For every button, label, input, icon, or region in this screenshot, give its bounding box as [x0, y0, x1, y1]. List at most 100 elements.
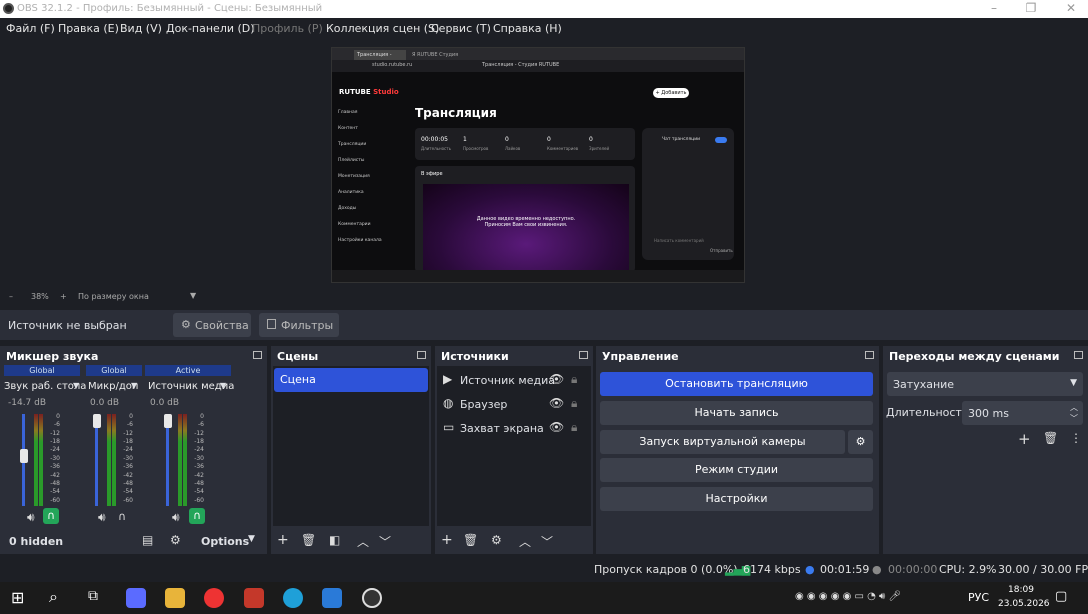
store-icon[interactable]: [322, 588, 342, 608]
undock-icon[interactable]: [417, 351, 426, 359]
powerpoint-icon[interactable]: [244, 588, 264, 608]
chevron-down-icon[interactable]: ▼: [73, 381, 79, 390]
trash-icon[interactable]: 🗑︎: [1043, 431, 1058, 445]
scene-item[interactable]: Сцена: [274, 368, 428, 392]
add-icon[interactable]: +: [1018, 430, 1031, 448]
layout-icon[interactable]: ▤: [142, 533, 153, 547]
task-view-icon[interactable]: ⧉: [88, 588, 98, 604]
options-button[interactable]: Options: [201, 535, 249, 548]
zoom-in-button[interactable]: +: [60, 292, 67, 301]
speaker-icon[interactable]: 🔊︎: [27, 510, 35, 525]
filter-icon[interactable]: ◧: [329, 533, 340, 547]
search-icon[interactable]: ⌕: [49, 587, 58, 607]
menu-file[interactable]: Файл (F): [6, 22, 55, 35]
audio-mixer-dock: Микшер звука Global Global Active Звук р…: [0, 346, 267, 554]
trash-icon[interactable]: 🗑︎: [463, 533, 478, 547]
undock-icon[interactable]: [579, 351, 588, 359]
tray-icons[interactable]: ◉ ◉ ◉ ◉ ◉ ▭ ◔ 🔊︎ 🎤︎: [795, 591, 901, 602]
source-list: ▶ Источник медиа 👁︎ 🔒︎ ◍ Браузер 👁︎ 🔒︎ ▭…: [437, 366, 591, 526]
properties-button[interactable]: ⚙ Свойства: [173, 313, 251, 337]
close-button[interactable]: ✕: [1056, 1, 1086, 15]
virtual-camera-settings-button[interactable]: ⚙: [848, 430, 873, 454]
add-icon[interactable]: +: [277, 532, 289, 548]
messenger-app-icon[interactable]: [126, 588, 146, 608]
clock-time[interactable]: 18:09: [1008, 585, 1034, 595]
chevron-up-icon[interactable]: ︿: [1070, 402, 1078, 413]
start-record-button[interactable]: Начать запись: [600, 401, 873, 425]
rutube-stats-card: 00:00:05 Длительность 1 Просмотров 0 Лай…: [415, 128, 635, 160]
virtual-camera-button[interactable]: Запуск виртуальной камеры: [600, 430, 845, 454]
obs-taskbar-icon[interactable]: [362, 588, 382, 608]
menu-scene-collection[interactable]: Коллекция сцен (S): [326, 22, 439, 35]
source-item[interactable]: ▶ Источник медиа 👁︎ 🔒︎: [437, 368, 591, 392]
undock-icon[interactable]: [1074, 351, 1083, 359]
eye-icon[interactable]: 👁︎: [549, 420, 564, 434]
meter-scale: 0 -6 -12 -18 -24 -30 -36 -42 -48 -54 -60: [190, 413, 204, 506]
lock-icon[interactable]: 🔒︎: [571, 396, 577, 411]
chevron-down-icon[interactable]: ﹀: [1070, 413, 1078, 424]
eye-icon[interactable]: 👁︎: [549, 372, 564, 386]
fader-knob[interactable]: [93, 414, 101, 428]
file-explorer-icon[interactable]: [165, 588, 185, 608]
source-item[interactable]: ▭ Захват экрана 👁︎ 🔒︎: [437, 416, 591, 440]
lock-icon[interactable]: 🔒︎: [571, 372, 577, 387]
maximize-button[interactable]: ❐: [1016, 1, 1046, 15]
windows-start-icon[interactable]: ⊞: [11, 588, 24, 607]
source-item[interactable]: ◍ Браузер 👁︎ 🔒︎: [437, 392, 591, 416]
headphones-icon[interactable]: ∩: [43, 508, 59, 524]
add-icon[interactable]: +: [441, 532, 453, 548]
language-indicator[interactable]: РУС: [968, 591, 989, 604]
stop-stream-button[interactable]: Остановить трансляцию: [600, 372, 873, 396]
scenes-footer: + 🗑︎ ◧ ︿ ﹀: [271, 528, 431, 554]
chevron-down-icon[interactable]: ▼: [190, 291, 196, 300]
menu-edit[interactable]: Правка (E): [58, 22, 119, 35]
trash-icon[interactable]: 🗑︎: [301, 533, 316, 547]
meter-scale-label: -60: [194, 496, 204, 504]
chevron-up-icon[interactable]: ︿: [519, 533, 531, 550]
gear-icon[interactable]: ⚙: [170, 533, 181, 547]
edge-icon[interactable]: [283, 588, 303, 608]
notification-icon[interactable]: ▢: [1055, 589, 1067, 604]
settings-button[interactable]: Настройки: [600, 487, 873, 511]
chevron-down-icon[interactable]: ▼: [131, 381, 137, 390]
chevron-down-icon[interactable]: ▼: [220, 381, 226, 390]
transition-select[interactable]: Затухание ▼: [887, 372, 1083, 396]
chevron-down-icon[interactable]: ▼: [248, 534, 255, 544]
undock-icon[interactable]: [253, 351, 262, 359]
undock-icon[interactable]: [865, 351, 874, 359]
headphones-icon[interactable]: ∩: [189, 508, 205, 524]
program-preview[interactable]: Трансляция - студия Я RUTUBE Студия stud…: [331, 47, 745, 283]
menu-tools[interactable]: Сервис (T): [431, 22, 491, 35]
fader-knob[interactable]: [20, 449, 28, 464]
meter-scale-label: -60: [123, 496, 133, 504]
mixer-db: -14.7 dB: [8, 398, 47, 408]
zoom-out-button[interactable]: –: [9, 292, 13, 301]
menu-docks[interactable]: Док-панели (D): [166, 22, 255, 35]
clock-date[interactable]: 23.05.2026: [998, 599, 1050, 609]
duration-spinbox[interactable]: 300 ms ︿ ﹀: [962, 401, 1083, 425]
minimize-button[interactable]: –: [979, 1, 1009, 15]
mixer-tab[interactable]: Global: [86, 365, 142, 376]
gear-icon[interactable]: ⚙: [491, 533, 502, 547]
speaker-icon[interactable]: 🔊︎: [172, 510, 180, 525]
menu-profile[interactable]: Профиль (P): [252, 22, 323, 35]
mixer-tab[interactable]: Active: [145, 365, 231, 376]
speaker-icon[interactable]: 🔊︎: [98, 510, 106, 525]
chevron-down-icon[interactable]: ﹀: [541, 533, 553, 550]
fader-knob[interactable]: [164, 414, 172, 428]
lock-icon[interactable]: 🔒︎: [571, 420, 577, 435]
menu-view[interactable]: Вид (V): [120, 22, 162, 35]
yandex-browser-icon[interactable]: [204, 588, 224, 608]
chevron-down-icon[interactable]: ﹀: [379, 533, 391, 550]
menu-help[interactable]: Справка (H): [493, 22, 562, 35]
more-icon[interactable]: ⋮: [1070, 431, 1082, 445]
scenes-title: Сцены: [277, 350, 319, 363]
eye-icon[interactable]: 👁︎: [549, 396, 564, 410]
filters-button[interactable]: Фильтры: [259, 313, 339, 337]
mixer-tab[interactable]: Global: [4, 365, 80, 376]
chevron-up-icon[interactable]: ︿: [357, 533, 369, 550]
bitrate: 6174 kbps: [743, 563, 801, 576]
headphones-icon[interactable]: ∩: [118, 510, 126, 523]
studio-mode-button[interactable]: Режим студии: [600, 458, 873, 482]
zoom-mode-select[interactable]: По размеру окна: [78, 292, 149, 301]
